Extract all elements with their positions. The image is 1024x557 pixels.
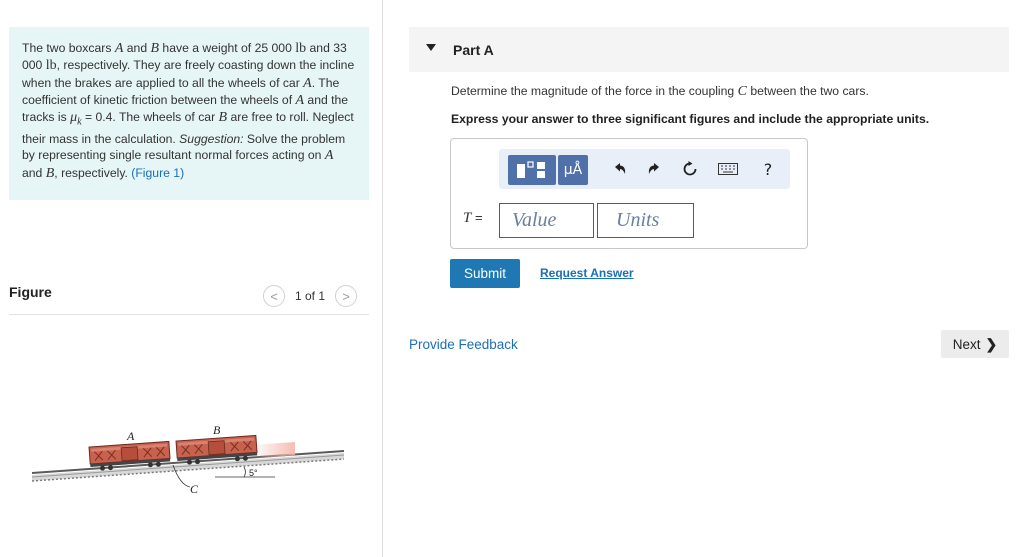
problem-statement: The two boxcars A and B have a weight of… [9,27,369,200]
next-label: Next [952,336,981,352]
unit-lb: lb [295,41,307,56]
var-b: B [45,165,55,181]
panel-divider [382,0,383,557]
templates-icon [517,161,545,178]
answer-instruction: Express your answer to three significant… [451,112,930,126]
unit-lb: lb [45,58,57,74]
angle-arc [243,466,246,478]
keyboard-icon [718,163,738,175]
problem-text: The two boxcars [22,41,115,55]
keyboard-button[interactable] [714,155,742,183]
chevron-right-icon: ❯ [985,335,998,352]
part-a-header[interactable]: Part A [409,27,1009,72]
var-a: A [295,92,305,108]
problem-text: , respectively. [54,165,132,180]
figure-pager: < 1 of 1 > [263,285,358,307]
reset-icon [683,161,697,176]
collapse-caret-icon[interactable] [426,44,436,51]
problem-text: and [123,41,151,55]
help-button[interactable]: ? [754,155,782,183]
label-a: A [126,429,135,443]
var-a: A [303,75,312,91]
figure-page-indicator: 1 of 1 [295,289,326,303]
label-angle: 5° [249,468,258,478]
figure-divider [9,314,369,315]
redo-button[interactable] [640,155,668,183]
templates-button[interactable] [508,155,556,185]
problem-text: = 0.4. The wheels of car [81,110,219,125]
boxcar-figure: A B C 5° [31,423,345,496]
answer-label: T = [463,210,483,227]
answer-box: μÅ ? T = [450,138,808,249]
submit-button[interactable]: Submit [450,259,520,288]
next-button[interactable]: Next ❯ [941,330,1009,358]
next-figure-button[interactable]: > [335,285,358,307]
question-part: Determine the magnitude of the force in … [451,84,738,98]
figure-link[interactable]: (Figure 1) [131,166,184,180]
units-symbol-button[interactable]: μÅ [558,155,588,185]
prev-figure-button[interactable]: < [263,285,285,307]
question-part: between the two cars. [746,84,869,98]
value-input[interactable] [499,203,594,238]
part-title: Part A [453,42,494,58]
var-b: B [218,110,228,126]
question-text: Determine the magnitude of the force in … [451,84,869,100]
equals-sign: = [471,210,483,225]
problem-text: and [22,165,46,180]
var-c: C [737,84,747,99]
undo-icon [615,163,626,174]
suggestion-label: Suggestion: [179,131,244,146]
var-a: A [324,148,334,164]
reset-button[interactable] [676,155,704,183]
units-input[interactable] [597,203,694,238]
label-c: C [190,482,199,496]
request-answer-link[interactable]: Request Answer [540,266,634,280]
problem-text: have a weight of 25 000 [159,41,296,55]
undo-button[interactable] [606,155,634,183]
label-b: B [213,423,221,437]
var-b: B [150,41,160,56]
math-toolbar: μÅ ? [499,149,790,189]
provide-feedback-link[interactable]: Provide Feedback [409,337,518,352]
figure-title: Figure [9,284,52,300]
motion-blur [252,442,295,459]
redo-icon [648,163,659,174]
